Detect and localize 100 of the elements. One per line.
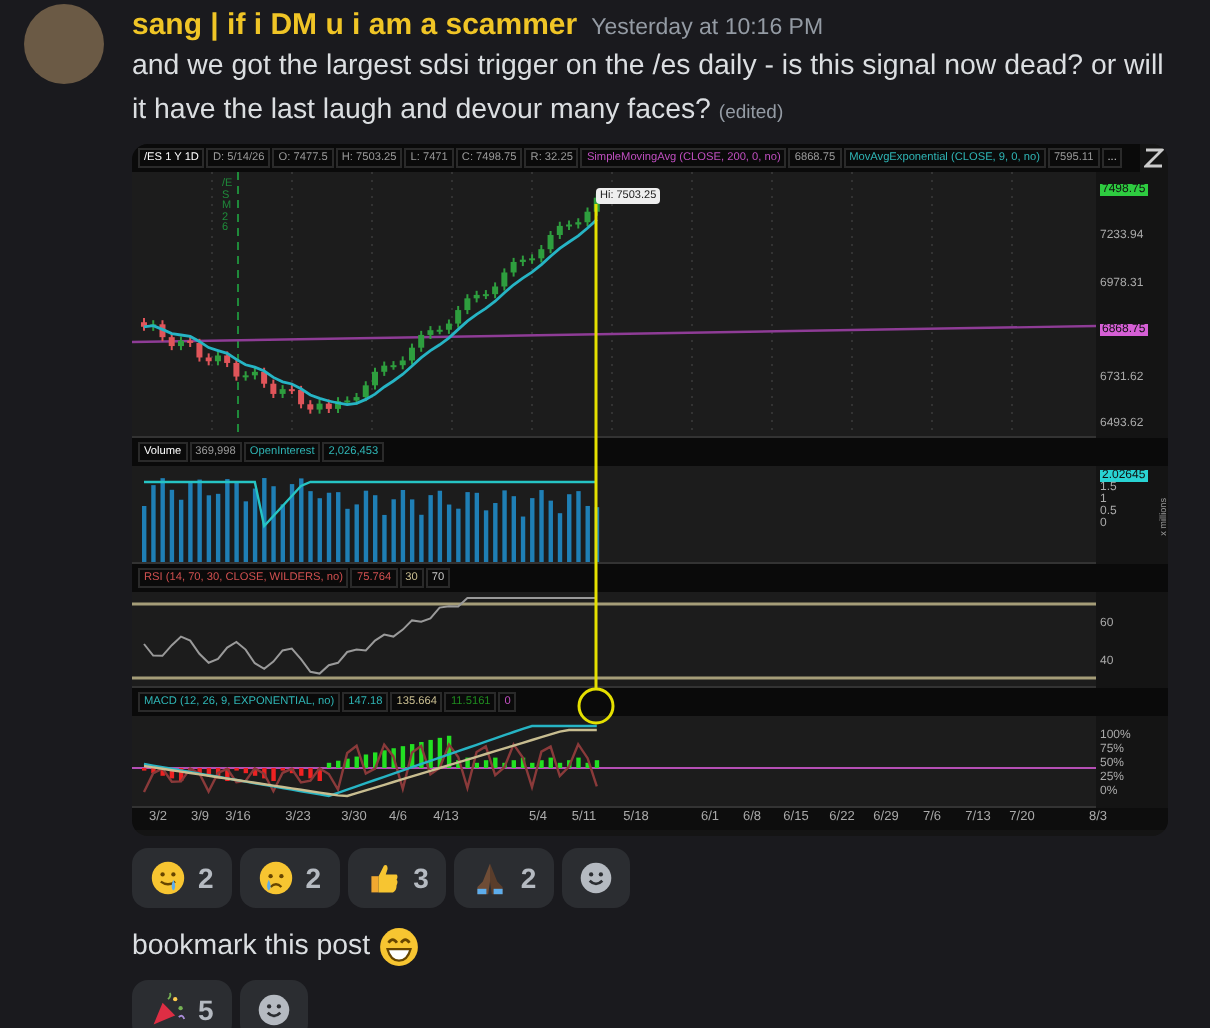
- volume-bar: [336, 492, 341, 562]
- volume-bar: [548, 500, 553, 562]
- volume-bar: [317, 498, 322, 562]
- histogram-bar: [215, 768, 221, 779]
- volume-bar: [400, 490, 406, 562]
- histogram-bar: [511, 760, 516, 768]
- histogram-bar: [373, 752, 378, 768]
- volume-bar: [345, 508, 350, 562]
- reaction-button[interactable]: 2: [454, 848, 555, 908]
- volume-bar: [206, 495, 212, 562]
- histogram-bar: [252, 768, 258, 776]
- volume-bar: [252, 488, 258, 562]
- histogram-bar: [160, 768, 165, 776]
- candlestick: [372, 366, 378, 391]
- histogram-bar: [206, 768, 212, 776]
- volume-bar: [483, 510, 489, 562]
- volume-bar: [594, 507, 600, 562]
- timestamp: Yesterday at 10:16 PM: [591, 16, 824, 40]
- histogram-bar: [299, 768, 304, 776]
- volume-bar: [197, 479, 202, 562]
- histogram-bar: [456, 760, 461, 768]
- histogram-bar: [151, 768, 156, 774]
- add-reaction-button[interactable]: [562, 848, 631, 908]
- volume-bar: [169, 489, 175, 562]
- volume-bar: [243, 501, 249, 562]
- smiley-icon: [578, 860, 615, 896]
- volume-bar: [585, 505, 590, 562]
- volume-bar: [502, 490, 507, 562]
- histogram-bar: [308, 768, 313, 779]
- reaction-button[interactable]: 5: [132, 980, 232, 1028]
- histogram-bar: [243, 768, 249, 774]
- volume-bar: [308, 491, 313, 562]
- volume-bar: [373, 495, 378, 562]
- volume-bar: [262, 478, 267, 562]
- histogram-bar: [585, 762, 590, 768]
- volume-bar: [456, 508, 461, 562]
- volume-bar: [557, 513, 563, 562]
- volume-bar: [299, 478, 304, 562]
- volume-bar: [178, 499, 184, 562]
- volume-bar: [539, 490, 544, 562]
- volume-bar: [271, 486, 276, 562]
- avatar[interactable]: [24, 4, 104, 84]
- volume-bar: [188, 481, 193, 562]
- candlestick: [141, 317, 147, 332]
- histogram-bar: [557, 762, 563, 768]
- reaction-button[interactable]: 2: [132, 848, 232, 908]
- histogram-bar: [336, 760, 341, 768]
- volume-bar: [493, 503, 498, 562]
- histogram-bar: [428, 739, 433, 768]
- histogram-bar: [391, 748, 396, 768]
- username[interactable]: sang | if i DM u i am a scammer: [132, 8, 578, 42]
- volume-bar: [363, 490, 369, 562]
- highlight-circle: [577, 687, 615, 725]
- histogram-bar: [400, 746, 406, 768]
- zoom-icon: [1140, 146, 1168, 170]
- message-text: bookmark this post: [132, 928, 371, 966]
- histogram-bar: [169, 768, 175, 779]
- volume-bar: [511, 496, 516, 562]
- histogram-bar: [530, 762, 535, 768]
- histogram-bar: [271, 768, 276, 781]
- add-reaction-button[interactable]: [239, 980, 308, 1028]
- histogram-bar: [178, 768, 184, 781]
- smiley-icon: [255, 992, 292, 1028]
- histogram-bar: [594, 760, 600, 768]
- histogram-bar: [409, 744, 415, 768]
- histogram-bar: [548, 757, 553, 768]
- volume-bar: [465, 492, 470, 562]
- volume-bar: [530, 498, 535, 562]
- volume-bar: [225, 479, 230, 562]
- volume-bar: [474, 492, 480, 562]
- reaction-button[interactable]: 3: [347, 848, 447, 908]
- volume-bar: [520, 516, 526, 562]
- volume-bar: [280, 504, 285, 562]
- histogram-bar: [317, 768, 322, 781]
- histogram-bar: [474, 762, 480, 768]
- volume-bar: [437, 490, 443, 562]
- histogram-bar: [225, 768, 230, 781]
- volume-bar: [428, 495, 433, 562]
- volume-bar: [567, 494, 572, 562]
- volume-bar: [160, 478, 165, 562]
- histogram-bar: [483, 760, 489, 768]
- histogram-bar: [502, 762, 507, 768]
- histogram-bar: [446, 735, 452, 768]
- volume-bar: [576, 491, 581, 562]
- histogram-bar: [197, 768, 202, 774]
- volume-bar: [326, 492, 332, 562]
- chart-screenshot[interactable]: [132, 144, 1168, 836]
- histogram-bar: [382, 750, 387, 768]
- histogram-bar: [262, 768, 267, 779]
- volume-bar: [151, 485, 156, 562]
- volume-bar: [409, 499, 415, 562]
- histogram-bar: [437, 737, 443, 768]
- histogram-bar: [567, 760, 572, 768]
- volume-bar: [419, 514, 424, 562]
- histogram-bar: [576, 757, 581, 768]
- reaction-button[interactable]: 2: [239, 848, 340, 908]
- volume-bar: [446, 504, 452, 562]
- histogram-bar: [419, 742, 424, 768]
- histogram-bar: [289, 768, 295, 774]
- volume-bar: [391, 499, 396, 562]
